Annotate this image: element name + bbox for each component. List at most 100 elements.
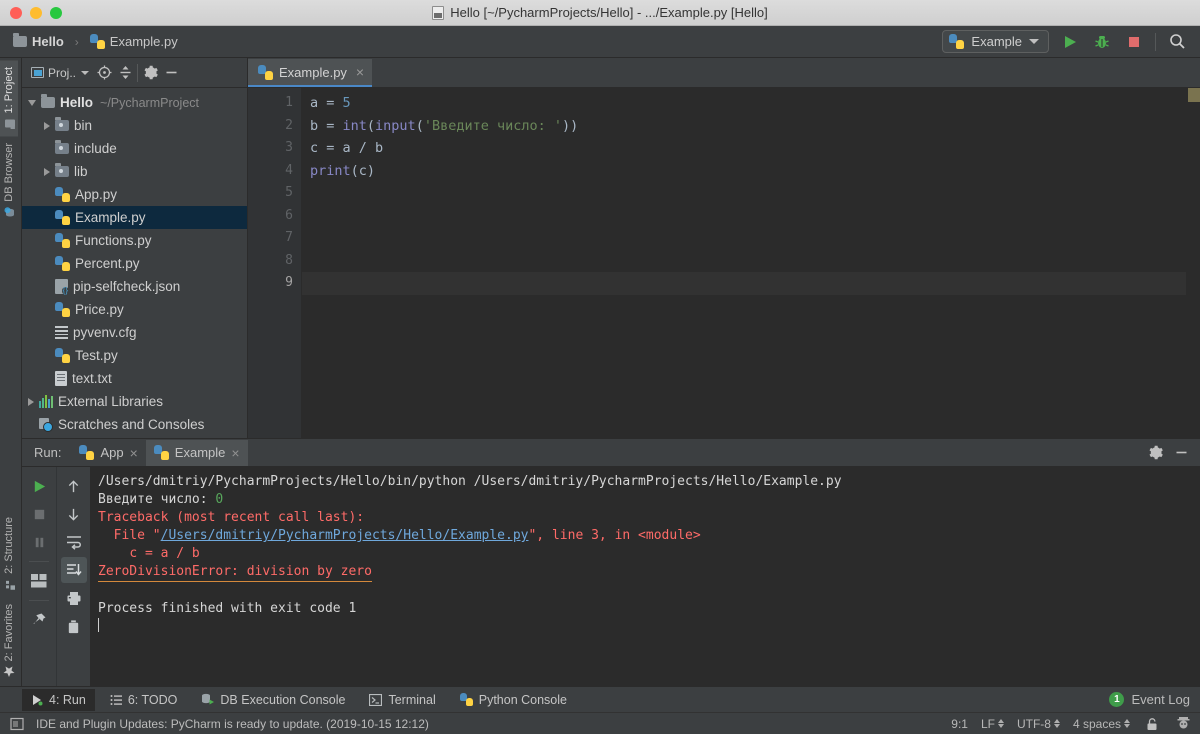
text-file-icon [55, 371, 67, 386]
pin-tab-button[interactable] [26, 607, 52, 633]
breadcrumb-item-file[interactable]: Example.py [87, 32, 181, 51]
tree-item-test-py[interactable]: Test.py [22, 344, 247, 367]
soft-wrap-button[interactable] [61, 529, 87, 555]
line-number: 1 [285, 95, 293, 110]
tree-item-external-libraries[interactable]: External Libraries [22, 390, 247, 413]
sidebar-item-structure[interactable]: 2: Structure [0, 510, 18, 597]
python-run-icon [153, 445, 169, 460]
tree-item-bin[interactable]: bin [22, 114, 247, 137]
sidebar-item-favorites[interactable]: 2: Favorites [0, 597, 18, 684]
tree-item-lib[interactable]: lib [22, 160, 247, 183]
tree-item-percent-py[interactable]: Percent.py [22, 252, 247, 275]
code-token: 'Введите число: ' [423, 117, 562, 134]
line-number: 3 [285, 140, 293, 155]
run-console-output[interactable]: /Users/dmitriy/PycharmProjects/Hello/bin… [90, 467, 1200, 686]
tree-item-example-py[interactable]: Example.py [22, 206, 247, 229]
window-controls[interactable] [0, 6, 62, 19]
toggle-toolbar-icon[interactable] [8, 715, 26, 733]
console-exit-line: Process finished with exit code 1 [98, 600, 1200, 618]
event-log-area[interactable]: 1 Event Log [1109, 692, 1200, 707]
hide-panel-icon[interactable] [1172, 444, 1190, 462]
bottom-tab-todo[interactable]: 6: TODO [101, 689, 187, 711]
line-separator-selector[interactable]: LF [981, 717, 1004, 731]
tree-item-scratches-and-consoles[interactable]: Scratches and Consoles [22, 413, 247, 436]
bottom-tab-db-execution-console[interactable]: DB Execution Console [192, 689, 354, 711]
status-message[interactable]: IDE and Plugin Updates: PyCharm is ready… [36, 717, 429, 731]
stop-button[interactable] [26, 501, 52, 527]
close-icon[interactable]: × [353, 64, 364, 80]
collapse-all-icon[interactable] [116, 64, 134, 82]
project-view-selector[interactable]: Proj.. [28, 64, 92, 82]
caret-position[interactable]: 9:1 [951, 717, 968, 731]
pycharm-window: Hello [~/PycharmProjects/Hello] - .../Ex… [0, 0, 1200, 734]
event-log-label: Event Log [1131, 692, 1190, 707]
inspector-icon[interactable] [1174, 715, 1192, 733]
sidebar-item-favorites-label: 2: Favorites [3, 603, 15, 661]
close-icon[interactable]: × [231, 445, 239, 461]
sidebar-item-project[interactable]: 1: Project [0, 60, 18, 137]
select-opened-file-icon[interactable] [95, 64, 113, 82]
clear-all-button[interactable] [61, 613, 87, 639]
lock-open-icon[interactable] [1143, 715, 1161, 733]
tree-item-label: Price.py [75, 302, 124, 317]
rerun-button[interactable] [26, 473, 52, 499]
code-line[interactable]: c = a / b [310, 137, 1186, 160]
indent-selector[interactable]: 4 spaces [1073, 717, 1130, 731]
tree-item-price-py[interactable]: Price.py [22, 298, 247, 321]
tree-item-hello[interactable]: Hello ~/PycharmProject [22, 91, 247, 114]
bottom-tab-terminal[interactable]: Terminal [360, 689, 444, 711]
bottom-tab-python-console[interactable]: Python Console [451, 689, 576, 711]
panel-divider [137, 63, 139, 82]
warning-marker-top-icon[interactable] [1188, 88, 1200, 102]
scroll-to-end-button[interactable] [60, 557, 87, 583]
print-button[interactable] [61, 585, 87, 611]
tree-item-label: lib [74, 164, 88, 179]
close-window-button[interactable] [10, 6, 22, 19]
scratches-icon [39, 417, 53, 432]
line-number: 8 [285, 252, 293, 268]
run-tab-example[interactable]: Example × [145, 439, 248, 466]
tree-item-functions-py[interactable]: Functions.py [22, 229, 247, 252]
settings-gear-icon[interactable] [141, 64, 159, 82]
encoding-selector[interactable]: UTF-8 [1017, 717, 1060, 731]
breadcrumb-item-project[interactable]: Hello [10, 32, 67, 51]
tree-item-include[interactable]: include [22, 137, 247, 160]
code-line[interactable]: print(c) [310, 160, 1186, 183]
code-line[interactable]: b = int(input('Введите число: ')) [310, 115, 1186, 138]
exception-message: ZeroDivisionError: division by zero [98, 563, 372, 582]
run-tab-app[interactable]: App × [71, 440, 145, 466]
chevron-right-icon[interactable] [44, 121, 50, 130]
layout-button[interactable] [26, 568, 52, 594]
bottom-tab-run[interactable]: 4: Run [22, 688, 95, 711]
close-icon[interactable]: × [130, 445, 138, 461]
run-configuration-selector[interactable]: Example [942, 30, 1049, 53]
chevron-right-icon[interactable] [28, 397, 34, 406]
tree-item-label: External Libraries [58, 394, 164, 409]
settings-gear-icon[interactable] [1146, 444, 1164, 462]
hide-panel-icon[interactable] [162, 64, 180, 82]
search-everywhere-button[interactable] [1166, 31, 1188, 53]
sidebar-item-db-browser[interactable]: DB Browser [0, 136, 18, 225]
minimize-window-button[interactable] [30, 6, 42, 19]
chevron-down-icon[interactable] [28, 99, 36, 106]
python-file-icon [949, 34, 965, 49]
editor-tab-example-py[interactable]: Example.py × [248, 59, 373, 87]
chevron-right-icon[interactable] [44, 167, 50, 176]
traceback-file-link[interactable]: /Users/dmitriy/PycharmProjects/Hello/Exa… [161, 528, 529, 543]
maximize-window-button[interactable] [50, 6, 62, 19]
folder-dark-icon [55, 163, 69, 177]
tree-item-text-txt[interactable]: text.txt [22, 367, 247, 390]
tree-item-pyvenv-cfg[interactable]: pyvenv.cfg [22, 321, 247, 344]
tree-item-app-py[interactable]: App.py [22, 183, 247, 206]
star-icon [4, 666, 15, 677]
tree-item-label: bin [74, 118, 93, 133]
pause-button[interactable] [26, 529, 52, 555]
up-arrow-button[interactable] [61, 473, 87, 499]
navigation-bar: Hello › Example.py Example [0, 26, 1200, 58]
stop-button[interactable] [1123, 31, 1145, 53]
tree-item-pip-selfcheck-json[interactable]: pip-selfcheck.json [22, 275, 247, 298]
code-line[interactable]: a = 5 [310, 92, 1186, 115]
run-button[interactable] [1059, 31, 1081, 53]
debug-button[interactable] [1091, 31, 1113, 53]
down-arrow-button[interactable] [61, 501, 87, 527]
